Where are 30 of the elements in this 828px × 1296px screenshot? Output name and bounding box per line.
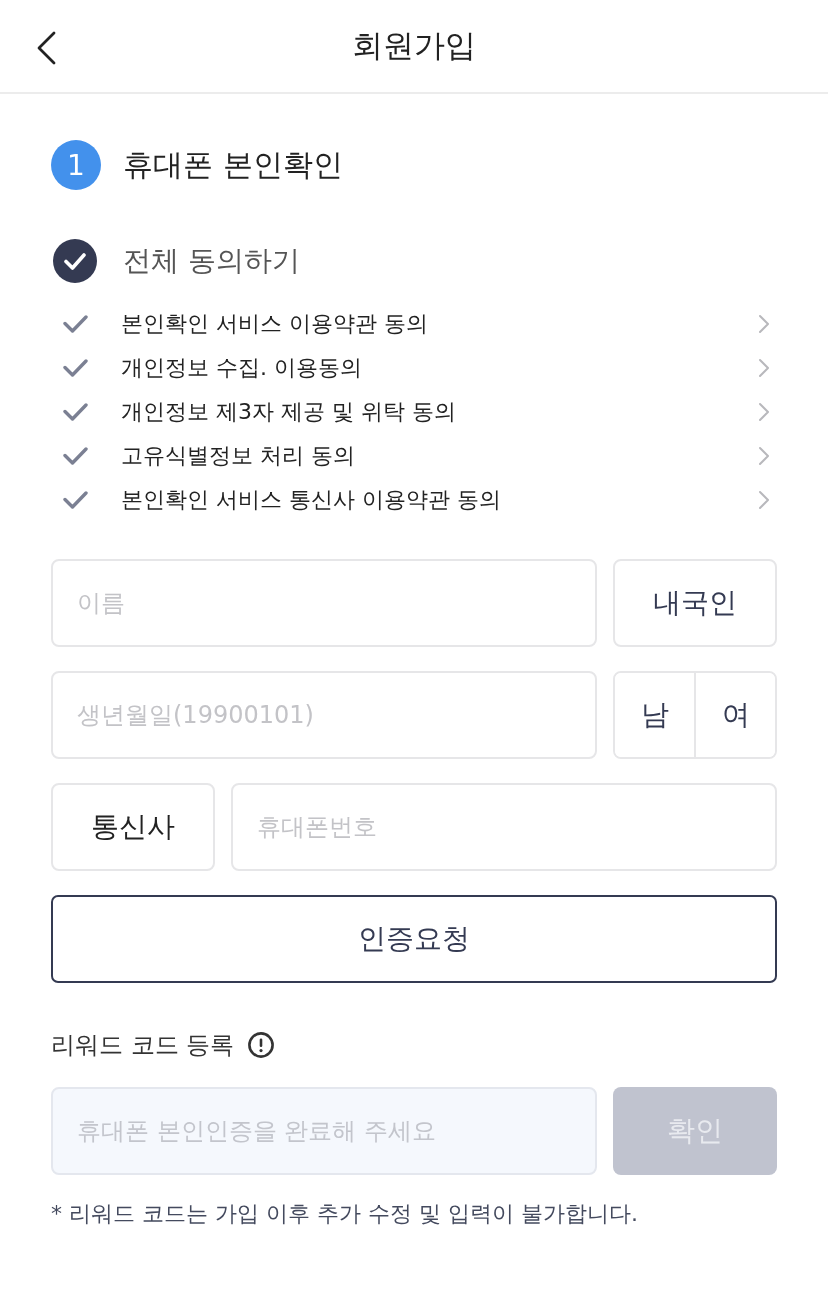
chevron-right-icon[interactable] [758, 314, 770, 334]
reward-code-notice: * 리워드 코드는 가입 이후 추가 수정 및 입력이 불가합니다. [51, 1200, 639, 1228]
terms-item: 개인정보 제3자 제공 및 위탁 동의 [121, 398, 456, 426]
back-chevron-icon [35, 31, 57, 65]
check-icon[interactable] [63, 359, 88, 377]
reward-code-title: 리워드 코드 등록 [51, 1030, 235, 1061]
chevron-right-icon[interactable] [758, 358, 770, 378]
step-title: 휴대폰 본인확인 [123, 145, 343, 184]
birthdate-input[interactable]: 생년월일(19900101) [51, 671, 597, 759]
info-icon[interactable] [248, 1032, 275, 1058]
chevron-right-icon[interactable] [758, 446, 770, 466]
gender-option[interactable]: 여 [694, 673, 775, 757]
terms-item: 본인확인 서비스 이용약관 동의 [121, 310, 428, 338]
page-title: 회원가입 [352, 26, 476, 65]
nationality-button[interactable]: 내국인 [613, 559, 777, 647]
verification-request-button[interactable]: 인증요청 [51, 895, 777, 983]
terms-item: 개인정보 수집. 이용동의 [121, 354, 362, 382]
terms-item: 본인확인 서비스 통신사 이용약관 동의 [121, 486, 501, 514]
terms-item: 고유식별정보 처리 동의 [121, 442, 355, 470]
name-input[interactable]: 이름 [51, 559, 597, 647]
check-icon[interactable] [63, 315, 88, 333]
chevron-right-icon[interactable] [758, 490, 770, 510]
check-icon[interactable] [63, 403, 88, 421]
agree-all-checkbox[interactable]: 전체 동의하기 [53, 239, 300, 283]
check-icon[interactable] [63, 447, 88, 465]
phone-input[interactable]: 휴대폰번호 [231, 783, 777, 871]
carrier-button[interactable]: 통신사 [51, 783, 215, 871]
check-icon[interactable] [63, 491, 88, 509]
step-number-badge: 1 [51, 140, 101, 190]
chevron-right-icon[interactable] [758, 402, 770, 422]
